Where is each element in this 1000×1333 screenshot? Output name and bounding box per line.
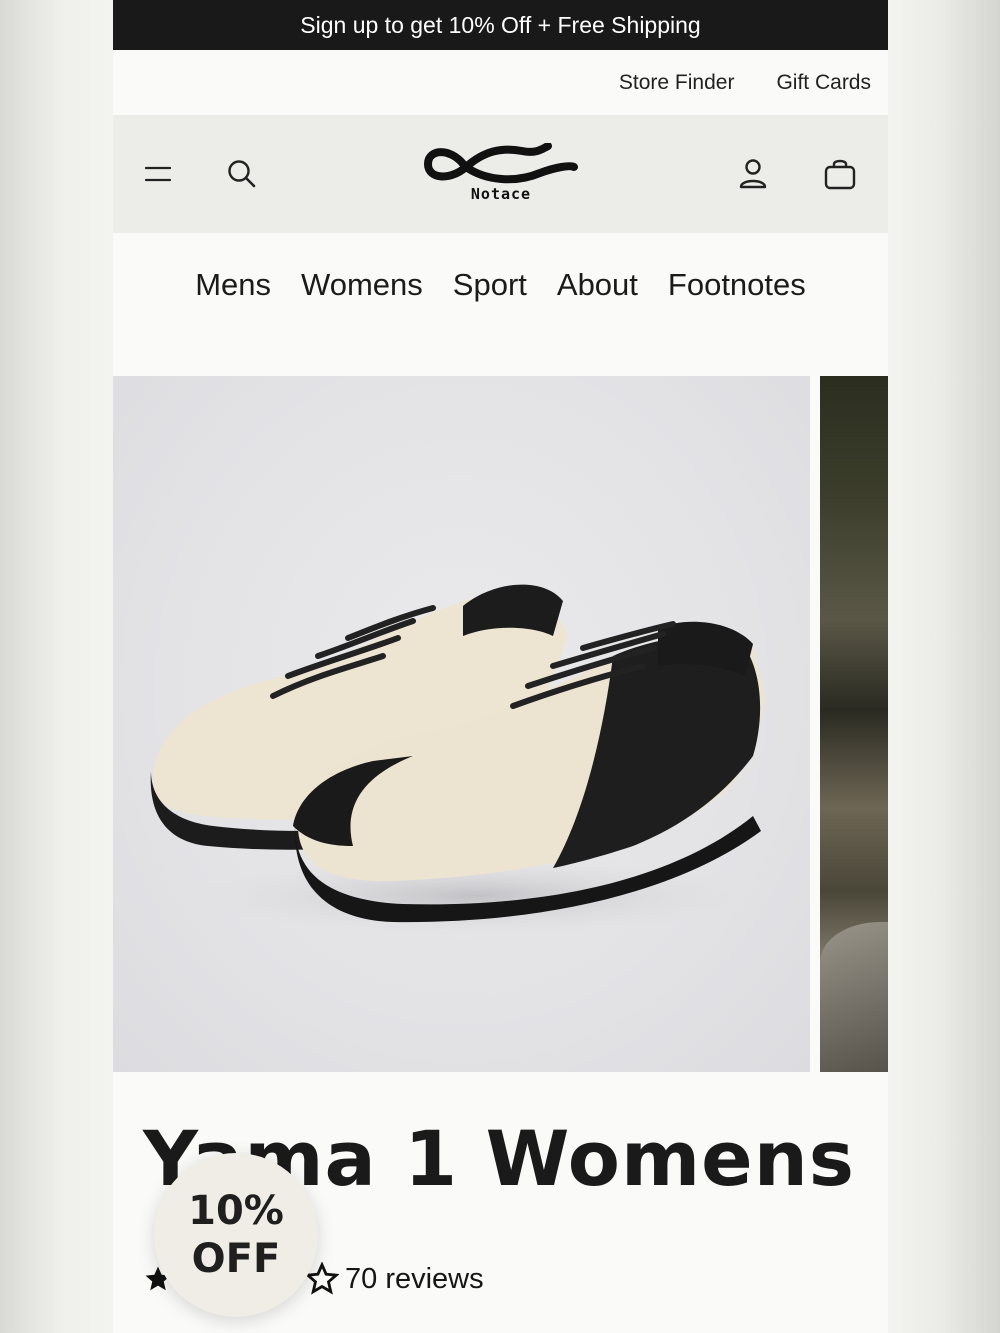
main-nav: Mens Womens Sport About Footnotes — [113, 233, 888, 376]
menu-icon[interactable] — [139, 155, 177, 193]
site-header: Notace — [113, 115, 888, 233]
badge-line1: 10% — [188, 1188, 284, 1234]
product-gallery[interactable] — [113, 376, 888, 1072]
gift-cards-link[interactable]: Gift Cards — [776, 71, 871, 95]
nav-item-womens[interactable]: Womens — [301, 267, 423, 303]
badge-line2: OFF — [191, 1236, 281, 1282]
utility-nav: Store Finder Gift Cards — [113, 50, 888, 115]
cart-icon[interactable] — [821, 155, 859, 193]
account-icon[interactable] — [734, 155, 772, 193]
discount-badge[interactable]: 10% OFF — [154, 1153, 318, 1317]
nav-item-mens[interactable]: Mens — [195, 267, 271, 303]
store-finder-link[interactable]: Store Finder — [619, 71, 735, 95]
product-image-next[interactable] — [820, 376, 888, 1072]
promo-text[interactable]: Sign up to get 10% Off + Free Shipping — [300, 12, 700, 39]
rock-detail — [820, 922, 888, 1072]
reviews-count[interactable]: 70 reviews — [345, 1263, 484, 1296]
search-icon[interactable] — [223, 155, 261, 193]
shoe-image — [150, 584, 765, 936]
page: Sign up to get 10% Off + Free Shipping S… — [113, 0, 888, 1333]
nav-item-sport[interactable]: Sport — [453, 267, 527, 303]
brand-name: Notace — [470, 185, 532, 203]
product-image-main[interactable] — [113, 376, 810, 1072]
promo-bar[interactable]: Sign up to get 10% Off + Free Shipping — [113, 0, 888, 50]
nav-item-footnotes[interactable]: Footnotes — [668, 267, 806, 303]
infinity-logo-icon — [424, 143, 578, 184]
brand-logo[interactable]: Notace — [421, 143, 581, 207]
nav-item-about[interactable]: About — [557, 267, 638, 303]
